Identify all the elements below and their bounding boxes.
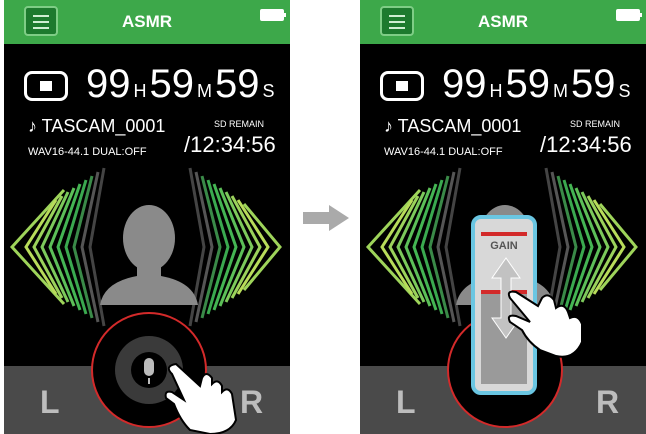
screen-after: ASMR 99 H59 M59 S ♪ TASCAM_0001 WAV16-44.1 … <box>360 0 646 434</box>
arrow-right-icon <box>303 205 349 231</box>
left-sound-waves-icon <box>365 167 462 327</box>
screen-before: ASMR 99 H59 M59 S ♪ TASCAM_0001 WAV16-44.1 … <box>4 0 290 434</box>
asmr-visual <box>365 167 638 428</box>
right-sound-waves-icon <box>188 167 282 327</box>
left-sound-waves-icon <box>9 167 106 327</box>
asmr-visual <box>9 167 282 434</box>
head-silhouette-icon <box>100 205 198 305</box>
right-sound-waves-icon <box>544 167 638 327</box>
gain-label: GAIN <box>490 240 518 252</box>
